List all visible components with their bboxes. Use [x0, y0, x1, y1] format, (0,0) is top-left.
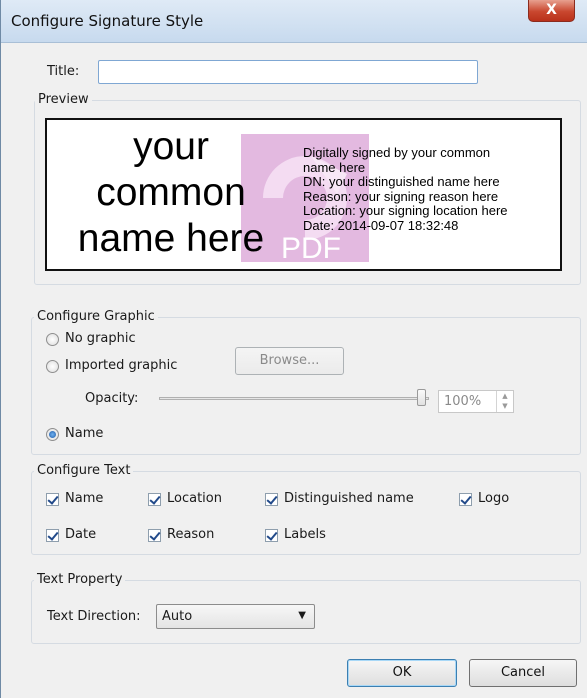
opacity-spinbox[interactable]: 100% ▲ ▼ [438, 390, 514, 413]
name-radio-label[interactable]: Name [65, 426, 103, 441]
no-graphic-label[interactable]: No graphic [65, 331, 136, 346]
preview-detail-line: Location: your signing location here [303, 203, 508, 218]
preview-name-line: name here [77, 217, 265, 260]
no-graphic-radio[interactable] [46, 333, 59, 346]
title-label: Title: [47, 64, 80, 79]
preview-common-name: your common name here [51, 124, 291, 262]
opacity-slider-thumb[interactable] [417, 389, 426, 406]
name-radio[interactable] [46, 428, 59, 441]
chevron-down-icon: ▼ [298, 610, 306, 621]
name-checkbox-label[interactable]: Name [65, 491, 103, 506]
date-checkbox-label[interactable]: Date [65, 527, 96, 542]
cancel-button[interactable]: Cancel [469, 659, 577, 687]
labels-checkbox[interactable] [265, 529, 278, 542]
preview-name-line: common [96, 171, 246, 214]
imported-graphic-label[interactable]: Imported graphic [65, 358, 177, 373]
distinguished-name-checkbox[interactable] [265, 493, 278, 506]
logo-checkbox-label[interactable]: Logo [478, 491, 509, 506]
preview-name-line: your [133, 125, 209, 168]
configure-graphic-legend: Configure Graphic [34, 309, 158, 324]
close-button[interactable]: X [528, 0, 575, 22]
configure-text-legend: Configure Text [34, 463, 134, 478]
preview-legend: Preview [35, 92, 92, 107]
close-icon: X [546, 2, 557, 18]
location-checkbox-label[interactable]: Location [167, 491, 222, 506]
text-property-legend: Text Property [34, 572, 126, 587]
text-direction-value: Auto [162, 609, 193, 624]
preview-detail-line: Reason: your signing reason here [303, 188, 499, 204]
text-direction-label: Text Direction: [47, 609, 141, 624]
configure-signature-style-dialog: Configure Signature Style X Title: Previ… [0, 0, 587, 698]
ok-button[interactable]: OK [347, 659, 457, 687]
opacity-slider-track[interactable] [159, 397, 429, 400]
labels-checkbox-label[interactable]: Labels [284, 527, 326, 542]
reason-checkbox[interactable] [148, 529, 161, 542]
spin-down-icon[interactable]: ▼ [497, 401, 513, 411]
location-checkbox[interactable] [148, 493, 161, 506]
logo-checkbox[interactable] [459, 493, 472, 506]
opacity-value: 100% [444, 394, 482, 409]
text-direction-select[interactable]: Auto ▼ [156, 604, 315, 629]
imported-graphic-radio[interactable] [46, 360, 59, 373]
configure-text-group [31, 471, 581, 555]
browse-button[interactable]: Browse... [235, 347, 344, 375]
opacity-spin-arrows[interactable]: ▲ ▼ [496, 391, 513, 412]
preview-details: Digitally signed by your common name her… [303, 145, 560, 233]
signature-preview: PDF your common name here Digitally sign… [45, 118, 562, 271]
preview-detail-line: DN: your distinguished name here [303, 174, 500, 189]
name-checkbox[interactable] [46, 493, 59, 506]
opacity-label: Opacity: [85, 391, 139, 406]
spin-up-icon[interactable]: ▲ [497, 391, 513, 401]
window-title: Configure Signature Style [11, 12, 204, 30]
title-input[interactable] [98, 60, 478, 84]
reason-checkbox-label[interactable]: Reason [167, 527, 214, 542]
preview-detail-line: name here [303, 159, 366, 175]
preview-detail-line: Date: 2014-09-07 18:32:48 [303, 217, 459, 233]
preview-detail-line: Digitally signed by your common [303, 145, 491, 160]
date-checkbox[interactable] [46, 529, 59, 542]
distinguished-name-checkbox-label[interactable]: Distinguished name [284, 491, 414, 506]
title-bar: Configure Signature Style X [1, 0, 587, 43]
